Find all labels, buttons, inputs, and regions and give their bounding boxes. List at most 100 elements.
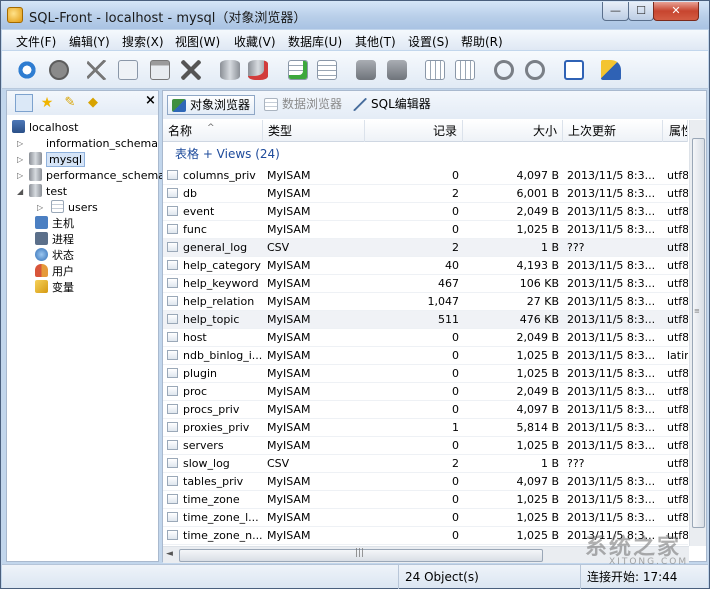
- table-row[interactable]: host MyISAM 0 2,049 B 2013/11/5 8:3... utf8: [163, 329, 688, 347]
- drop-database-icon[interactable]: [245, 57, 271, 83]
- cell-type: MyISAM: [267, 349, 311, 362]
- tree-node-db[interactable]: ◢ test: [17, 184, 67, 200]
- table-icon: [167, 332, 178, 342]
- tree-node-processes[interactable]: 进程: [35, 232, 74, 248]
- cut-icon[interactable]: [84, 57, 110, 83]
- column-header-updated[interactable]: 上次更新: [563, 120, 663, 142]
- tree-node-users[interactable]: 用户: [35, 264, 74, 280]
- tree-node-status[interactable]: 状态: [35, 248, 74, 264]
- delete-icon[interactable]: [178, 57, 204, 83]
- drop-table-icon[interactable]: [314, 57, 340, 83]
- maximize-button[interactable]: ☐: [628, 2, 654, 21]
- table-row[interactable]: help_relation MyISAM 1,047 27 KB 2013/11/5 8…: [163, 293, 688, 311]
- cell-name: help_keyword: [163, 275, 263, 293]
- column-header-size[interactable]: 大小: [463, 120, 563, 142]
- title-bar[interactable]: SQL-Front - localhost - mysql（对象浏览器） — ☐…: [1, 1, 709, 29]
- table-icon: [167, 458, 178, 468]
- tree-node-db-selected[interactable]: ▷ mysql: [17, 152, 85, 168]
- menu-file[interactable]: 文件(F): [16, 33, 56, 50]
- cell-type: MyISAM: [267, 295, 311, 308]
- cell-name: proc: [163, 383, 263, 401]
- checklist-icon[interactable]: [561, 57, 587, 83]
- column-header-records[interactable]: 记录: [365, 120, 463, 142]
- menu-settings[interactable]: 设置(S): [408, 33, 449, 50]
- app-window: SQL-Front - localhost - mysql（对象浏览器） — ☐…: [0, 0, 710, 589]
- minimize-button[interactable]: —: [602, 2, 629, 21]
- table-row[interactable]: help_topic MyISAM 511 476 KB 2013/11/5 8:3..…: [163, 311, 688, 329]
- table-row[interactable]: help_keyword MyISAM 467 106 KB 2013/11/5 8:3…: [163, 275, 688, 293]
- menu-database[interactable]: 数据库(U): [288, 33, 342, 50]
- favorite-icon[interactable]: ★: [38, 94, 56, 112]
- object-browser-icon: [172, 99, 186, 112]
- table-row[interactable]: proxies_priv MyISAM 1 5,814 B 2013/11/5 8:3.…: [163, 419, 688, 437]
- horizontal-scroll-thumb[interactable]: |||: [179, 548, 543, 562]
- table-row[interactable]: db MyISAM 2 6,001 B 2013/11/5 8:3... utf8: [163, 185, 688, 203]
- new-database-icon[interactable]: [217, 57, 243, 83]
- menu-other[interactable]: 其他(T): [355, 33, 396, 50]
- close-panel-button[interactable]: ×: [145, 93, 156, 108]
- table-row[interactable]: ndb_binlog_i... MyISAM 0 1,025 B 2013/11/5 8…: [163, 347, 688, 365]
- vertical-scrollbar[interactable]: ≡: [689, 120, 706, 546]
- table-row[interactable]: help_category MyISAM 40 4,193 B 2013/11/5 8:…: [163, 257, 688, 275]
- close-button[interactable]: ✕: [653, 2, 699, 21]
- cell-type: MyISAM: [267, 223, 311, 236]
- table-row[interactable]: general_log CSV 2 1 B??? utf8: [163, 239, 688, 257]
- column-header-type[interactable]: 类型: [263, 120, 365, 142]
- cell-attr: utf8: [667, 421, 688, 434]
- table-icon: [167, 314, 178, 324]
- new-field-icon[interactable]: [353, 57, 379, 83]
- connect-icon[interactable]: ✎: [61, 94, 79, 112]
- clean-icon[interactable]: [598, 57, 624, 83]
- column-header-attributes[interactable]: 属性: [663, 120, 688, 142]
- tree-node-db[interactable]: ▷ information_schema: [17, 136, 158, 152]
- new-index-icon[interactable]: [422, 57, 448, 83]
- scroll-left-icon[interactable]: ◄: [166, 549, 173, 559]
- cell-size: 1,025 B: [516, 223, 559, 236]
- table-row[interactable]: servers MyISAM 0 1,025 B 2013/11/5 8:3... utf…: [163, 437, 688, 455]
- database-icon: [29, 152, 42, 165]
- table-row[interactable]: slow_log CSV 2 1 B??? utf8: [163, 455, 688, 473]
- table-row[interactable]: tables_priv MyISAM 0 4,097 B 2013/11/5 8:3..…: [163, 473, 688, 491]
- key-icon[interactable]: ◆: [84, 94, 102, 112]
- cell-attr: utf8: [667, 457, 688, 470]
- column-header-name[interactable]: 名称 ^: [163, 120, 263, 142]
- tree-node-db[interactable]: ▷ performance_schema: [17, 168, 165, 184]
- tree-icon[interactable]: [15, 94, 33, 112]
- tree-node-server[interactable]: localhost: [12, 120, 78, 136]
- menu-help[interactable]: 帮助(R): [461, 33, 503, 50]
- table-row[interactable]: time_zone_l... MyISAM 0 1,025 B 2013/11/5 8:…: [163, 509, 688, 527]
- copy-icon[interactable]: [115, 57, 141, 83]
- tree-node-table[interactable]: ▷ users: [37, 200, 98, 216]
- menu-favorites[interactable]: 收藏(V): [234, 33, 276, 50]
- cell-records: 2: [452, 457, 459, 470]
- app-icon[interactable]: [7, 7, 23, 23]
- cell-name: help_relation: [163, 293, 263, 311]
- new-table-icon[interactable]: [285, 57, 311, 83]
- tree-node-hosts[interactable]: 主机: [35, 216, 74, 232]
- menu-search[interactable]: 搜索(X): [122, 33, 164, 50]
- tab-sql-editor[interactable]: SQL编辑器: [349, 95, 435, 115]
- stop-icon[interactable]: [46, 57, 72, 83]
- new-link-icon[interactable]: [491, 57, 517, 83]
- paste-icon[interactable]: [147, 57, 173, 83]
- table-row[interactable]: procs_priv MyISAM 0 4,097 B 2013/11/5 8:3...…: [163, 401, 688, 419]
- tree-node-variables[interactable]: 变量: [35, 280, 74, 296]
- table-row[interactable]: event MyISAM 0 2,049 B 2013/11/5 8:3... utf8: [163, 203, 688, 221]
- table-icon: [167, 350, 178, 360]
- menu-edit[interactable]: 编辑(Y): [69, 33, 110, 50]
- tab-data-browser[interactable]: 数据浏览器: [260, 95, 346, 115]
- cell-size: 476 KB: [519, 313, 559, 326]
- drop-field-icon[interactable]: [384, 57, 410, 83]
- table-row[interactable]: plugin MyISAM 0 1,025 B 2013/11/5 8:3... utf8: [163, 365, 688, 383]
- table-row[interactable]: func MyISAM 0 1,025 B 2013/11/5 8:3... utf8: [163, 221, 688, 239]
- menu-view[interactable]: 视图(W): [175, 33, 220, 50]
- table-row[interactable]: time_zone MyISAM 0 1,025 B 2013/11/5 8:3... u…: [163, 491, 688, 509]
- group-header[interactable]: 表格 + Views (24): [163, 143, 280, 165]
- vertical-scroll-thumb[interactable]: [692, 138, 705, 528]
- refresh-icon[interactable]: [14, 57, 40, 83]
- drop-link-icon[interactable]: [522, 57, 548, 83]
- table-row[interactable]: columns_priv MyISAM 0 4,097 B 2013/11/5 8:3.…: [163, 167, 688, 185]
- drop-index-icon[interactable]: [452, 57, 478, 83]
- tab-object-browser[interactable]: 对象浏览器: [167, 95, 256, 115]
- table-row[interactable]: proc MyISAM 0 2,049 B 2013/11/5 8:3... utf8: [163, 383, 688, 401]
